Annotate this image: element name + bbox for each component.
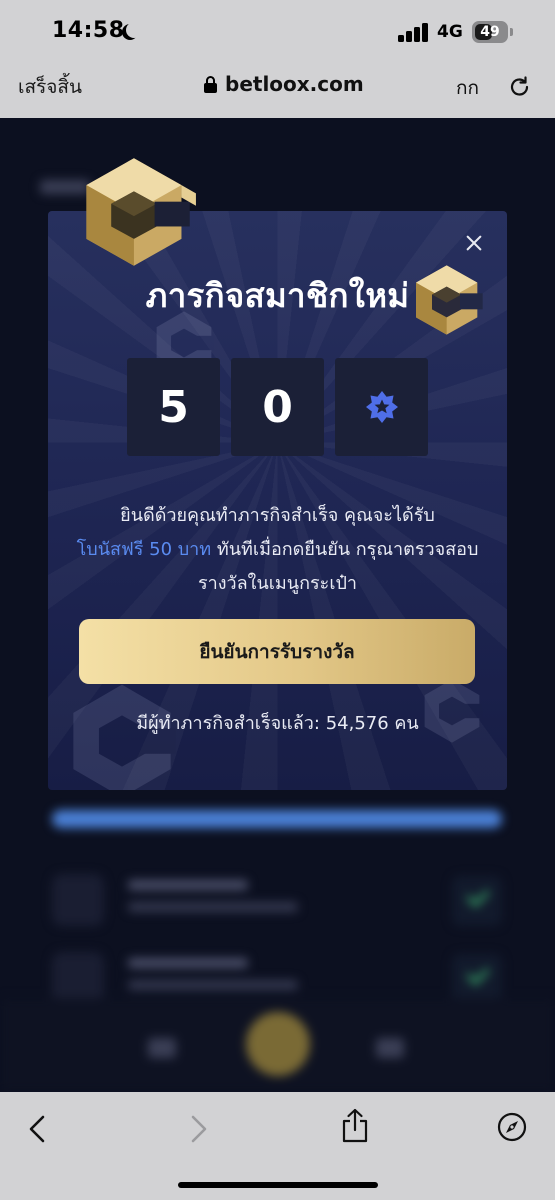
reward-code: 5 0: [127, 358, 428, 456]
home-indicator: [178, 1182, 378, 1188]
battery-icon: 49: [472, 21, 508, 43]
moon-icon: [126, 22, 142, 38]
background-progress-bar: [52, 810, 502, 828]
modal-message: ยินดีด้วยคุณทำภารกิจสำเร็จ คุณจะได้รับ โ…: [72, 499, 483, 601]
status-bar: 14:58 4G 49: [0, 0, 555, 64]
code-digit: 0: [231, 358, 324, 456]
share-icon[interactable]: [340, 1108, 370, 1144]
background-bottom-nav: [0, 998, 555, 1092]
close-icon[interactable]: [462, 231, 486, 255]
forward-icon[interactable]: [186, 1114, 210, 1144]
confirm-reward-button[interactable]: ยืนยันการรับรางวัล: [79, 619, 475, 684]
text-size-button[interactable]: กก: [456, 73, 479, 103]
signal-icon: [398, 22, 430, 42]
battery-level: 49: [480, 24, 500, 40]
battery-cap: [510, 28, 513, 36]
message-text: ทันทีเมื่อกดยืนยัน กรุณาตรวจสอบรางวัลในเ…: [197, 539, 479, 594]
compass-icon[interactable]: [497, 1112, 527, 1142]
code-digit: 5: [127, 358, 220, 456]
lock-icon: [204, 75, 217, 93]
message-text: ยินดีด้วยคุณทำภารกิจสำเร็จ คุณจะได้รับ: [120, 505, 435, 526]
completed-count: มีผู้ทำภารกิจสำเร็จแล้ว: 54,576 คน: [136, 713, 419, 734]
done-button[interactable]: เสร็จสิ้น: [18, 72, 82, 102]
code-star-box: [335, 358, 428, 456]
network-label: 4G: [437, 22, 463, 42]
brand-logo-icon: [416, 265, 483, 335]
reload-icon[interactable]: [508, 76, 532, 100]
address-bar: เสร็จสิ้น betloox.com กก: [0, 64, 555, 118]
brand-logo-icon: [86, 158, 196, 266]
star-badge-icon: [365, 391, 398, 423]
bottom-toolbar: [0, 1092, 555, 1200]
back-icon[interactable]: [26, 1114, 50, 1144]
background-list-item: [52, 868, 502, 936]
url-text: betloox.com: [225, 72, 364, 96]
bonus-highlight: โบนัสฟรี 50 บาท: [76, 539, 212, 560]
url-field[interactable]: betloox.com: [204, 72, 364, 96]
status-time: 14:58: [52, 18, 125, 43]
